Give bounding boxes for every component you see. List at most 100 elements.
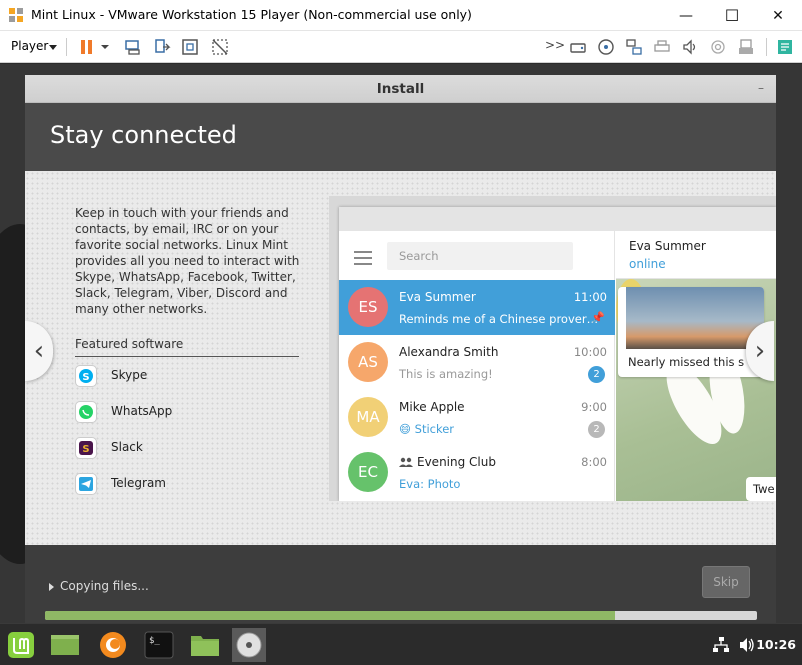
chat-name: Mike Apple xyxy=(399,400,465,414)
disc-icon xyxy=(236,632,262,658)
slack-icon: S xyxy=(75,437,97,459)
hamburger-menu-icon xyxy=(354,251,372,269)
chat-time: 9:00 xyxy=(581,400,607,414)
unread-badge: 2 xyxy=(588,421,605,438)
sound-card-icon[interactable] xyxy=(681,38,699,56)
progress-fill xyxy=(45,611,615,620)
firefox-launcher[interactable] xyxy=(96,628,130,662)
software-name: Slack xyxy=(111,440,143,454)
photo-message: Nearly missed this s xyxy=(618,287,764,377)
folder-icon xyxy=(191,636,219,656)
installer-window: Install – Stay connected Keep in touch w… xyxy=(25,75,776,545)
featured-software-label: Featured software xyxy=(75,337,299,357)
cd-dvd-icon[interactable] xyxy=(597,38,615,56)
message-bubble: Twe xyxy=(746,477,776,501)
pin-icon: 📌 xyxy=(591,311,605,324)
telegram-search-field: Search xyxy=(387,242,573,270)
chevron-down-icon[interactable] xyxy=(49,45,57,50)
install-progress-bar xyxy=(45,611,757,620)
toolbar-overflow-button[interactable]: >> xyxy=(545,38,565,52)
title-bar: Mint Linux - VMware Workstation 15 Playe… xyxy=(0,0,802,31)
status-text: Copying files... xyxy=(60,579,149,593)
terminal-launcher[interactable]: $_ xyxy=(142,628,176,662)
hard-disk-icon[interactable] xyxy=(569,38,587,56)
skip-button[interactable]: Skip xyxy=(702,566,750,598)
toolbar-separator xyxy=(66,38,67,56)
avatar: ES xyxy=(348,287,388,327)
slide-body: Keep in touch with your friends and cont… xyxy=(25,171,776,545)
photo-thumbnail xyxy=(626,287,764,349)
telegram-titlebar xyxy=(339,207,776,231)
expander-arrow-icon xyxy=(49,582,54,591)
volume-icon[interactable] xyxy=(738,636,756,654)
unity-mode-icon[interactable] xyxy=(211,38,229,56)
toolbar-separator xyxy=(766,38,767,56)
chat-wallpaper: Nearly missed this s Twe xyxy=(616,279,776,501)
terminal-icon: $_ xyxy=(144,631,174,659)
pause-icon[interactable] xyxy=(78,38,96,56)
clock[interactable]: 10:26 xyxy=(756,637,796,652)
chat-preview: 😄 Sticker xyxy=(399,422,455,436)
close-button[interactable]: ✕ xyxy=(755,0,801,31)
telegram-icon xyxy=(75,473,97,495)
terminal-prompt: $_ xyxy=(149,636,160,646)
camera-icon[interactable] xyxy=(709,38,727,56)
vmware-toolbar: Player >> xyxy=(0,31,802,63)
chat-time: 11:00 xyxy=(573,290,607,304)
installer-taskbar-button[interactable] xyxy=(232,628,266,662)
avatar: EC xyxy=(348,452,388,492)
software-name: Telegram xyxy=(111,476,166,490)
maximize-button[interactable]: ☐ xyxy=(709,0,755,31)
menu-button[interactable] xyxy=(4,628,38,662)
group-icon xyxy=(399,457,413,467)
unread-badge: 2 xyxy=(588,366,605,383)
chat-item: AS Alexandra Smith 10:00 This is amazing… xyxy=(339,335,615,390)
software-name: Skype xyxy=(111,368,148,382)
telegram-chat-list: Search ES Eva Summer 11:00 Reminds me of… xyxy=(339,231,615,501)
chat-time: 10:00 xyxy=(573,345,607,359)
network-adapter-icon[interactable] xyxy=(625,38,643,56)
mint-panel: $_ 10:26 xyxy=(0,623,802,665)
slide-description: Keep in touch with your friends and cont… xyxy=(75,206,300,316)
files-launcher[interactable] xyxy=(188,628,222,662)
desktop-icon xyxy=(51,635,79,655)
avatar: AS xyxy=(348,342,388,382)
player-menu[interactable]: Player xyxy=(11,39,48,53)
send-ctrl-alt-del-icon[interactable] xyxy=(124,38,142,56)
previous-slide-button[interactable]: ‹ xyxy=(25,321,53,381)
message-log-icon[interactable] xyxy=(776,38,794,56)
minimize-icon: — xyxy=(679,7,693,24)
svg-text:S: S xyxy=(82,372,89,383)
installer-minimize-button[interactable]: – xyxy=(758,75,764,101)
guest-display[interactable]: Install – Stay connected Keep in touch w… xyxy=(0,64,802,665)
avatar: MA xyxy=(348,397,388,437)
photo-caption: Nearly missed this s xyxy=(628,355,745,369)
firefox-icon xyxy=(100,632,126,658)
slide-title: Stay connected xyxy=(50,121,237,149)
telegram-window: Search ES Eva Summer 11:00 Reminds me of… xyxy=(339,207,776,501)
close-icon: ✕ xyxy=(772,7,784,24)
usb-device-icon[interactable] xyxy=(737,38,755,56)
software-item-whatsapp: WhatsApp xyxy=(75,393,315,429)
status-expander[interactable]: Copying files... xyxy=(49,579,149,593)
installer-title: Install xyxy=(376,81,425,97)
svg-text:S: S xyxy=(82,444,89,455)
telegram-screenshot: Search ES Eva Summer 11:00 Reminds me of… xyxy=(329,196,776,501)
installer-header: Install – xyxy=(25,75,776,103)
whatsapp-icon xyxy=(75,401,97,423)
contact-name: Eva Summer xyxy=(629,239,706,253)
pause-dropdown-icon[interactable] xyxy=(100,38,110,56)
maximize-icon: ☐ xyxy=(724,6,740,25)
removable-devices-icon[interactable] xyxy=(153,38,171,56)
chat-time: 8:00 xyxy=(581,455,607,469)
slide-header: Stay connected xyxy=(25,103,776,171)
show-desktop-button[interactable] xyxy=(48,628,82,662)
vmware-app-icon xyxy=(9,8,23,22)
fullscreen-icon[interactable] xyxy=(181,38,199,56)
software-name: WhatsApp xyxy=(111,404,173,418)
minimize-button[interactable]: — xyxy=(663,0,709,31)
window-title: Mint Linux - VMware Workstation 15 Playe… xyxy=(31,7,472,22)
printer-icon[interactable] xyxy=(653,38,671,56)
network-icon[interactable] xyxy=(712,637,730,653)
chat-name: Alexandra Smith xyxy=(399,345,499,359)
